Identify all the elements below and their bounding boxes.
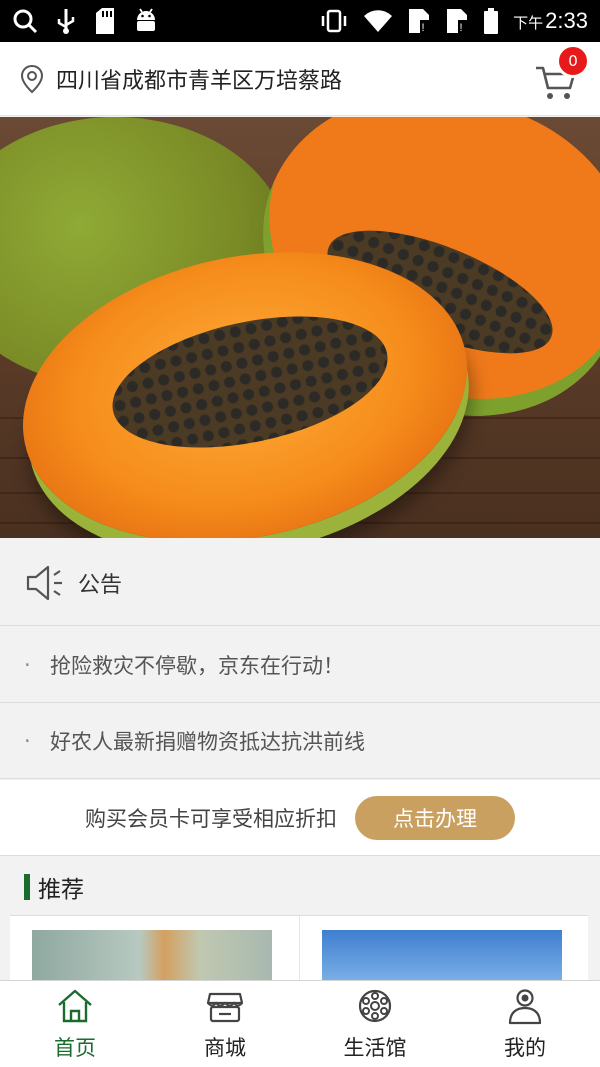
membership-text: 购买会员卡可享受相应折扣 bbox=[85, 806, 337, 831]
wifi-icon bbox=[364, 10, 393, 33]
clock-period: 下午 bbox=[513, 15, 544, 32]
tab-label: 我的 bbox=[504, 1036, 546, 1060]
tab-lifestyle[interactable]: 生活馆 bbox=[300, 981, 450, 1067]
tab-label: 首页 bbox=[54, 1036, 96, 1060]
status-bar: ! ! 下午2:33 bbox=[0, 0, 600, 42]
svg-text:!: ! bbox=[460, 22, 463, 34]
notice-item-text[interactable]: 好农人最新捐赠物资抵达抗洪前线 bbox=[50, 726, 365, 756]
battery-icon bbox=[484, 8, 499, 34]
user-icon bbox=[508, 989, 542, 1025]
location-address[interactable]: 四川省成都市青羊区万培蔡路 bbox=[56, 63, 342, 95]
vibrate-icon bbox=[321, 9, 347, 33]
speaker-icon bbox=[26, 565, 62, 600]
recommend-card[interactable] bbox=[300, 916, 589, 981]
recommend-title: 推荐 bbox=[38, 877, 84, 903]
notice-bullet: · bbox=[24, 728, 31, 753]
tab-home[interactable]: 首页 bbox=[0, 981, 150, 1067]
cart-count-badge: 0 bbox=[556, 43, 590, 78]
notice-bullet: · bbox=[24, 652, 31, 677]
location-header: 四川省成都市青羊区万培蔡路 0 bbox=[0, 42, 600, 116]
search-icon bbox=[13, 9, 38, 34]
store-icon bbox=[206, 992, 244, 1023]
recommend-card-image[interactable] bbox=[32, 930, 272, 981]
banner-carousel[interactable] bbox=[0, 117, 600, 538]
notice-header: 公告 bbox=[0, 540, 600, 626]
recommend-card-image[interactable] bbox=[321, 930, 562, 981]
notice-item[interactable]: · 抢险救灾不停歇，京东在行动！ bbox=[0, 627, 600, 703]
android-icon bbox=[137, 8, 155, 31]
notice-title: 公告 bbox=[78, 572, 123, 598]
tab-store[interactable]: 商城 bbox=[150, 981, 300, 1067]
recommend-card[interactable] bbox=[10, 916, 300, 981]
sim2-icon: ! bbox=[447, 9, 468, 34]
cart-button[interactable]: 0 bbox=[534, 43, 590, 104]
sd-card-icon bbox=[96, 8, 114, 34]
tab-label: 商城 bbox=[204, 1036, 246, 1060]
tab-profile[interactable]: 我的 bbox=[450, 981, 600, 1067]
apply-membership-button[interactable]: 点击办理 bbox=[355, 795, 515, 840]
bottom-tab-bar: 首页 商城 生活馆 我的 bbox=[0, 980, 600, 1067]
recommend-header: 推荐 bbox=[0, 857, 600, 917]
lifestyle-icon bbox=[358, 989, 392, 1023]
location-pin-icon[interactable] bbox=[16, 63, 48, 95]
recommend-grid bbox=[10, 915, 589, 981]
home-icon bbox=[58, 989, 92, 1023]
sim1-icon: ! bbox=[409, 9, 430, 34]
membership-banner: 购买会员卡可享受相应折扣 点击办理 bbox=[0, 780, 600, 856]
usb-icon bbox=[57, 9, 75, 34]
clock: 下午2:33 bbox=[513, 8, 588, 34]
svg-text:!: ! bbox=[422, 22, 425, 34]
tab-label: 生活馆 bbox=[343, 1036, 407, 1060]
section-marker bbox=[24, 874, 30, 900]
notice-item[interactable]: · 好农人最新捐赠物资抵达抗洪前线 bbox=[0, 703, 600, 779]
notice-item-text[interactable]: 抢险救灾不停歇，京东在行动！ bbox=[50, 650, 344, 680]
clock-time: 2:33 bbox=[545, 8, 588, 33]
